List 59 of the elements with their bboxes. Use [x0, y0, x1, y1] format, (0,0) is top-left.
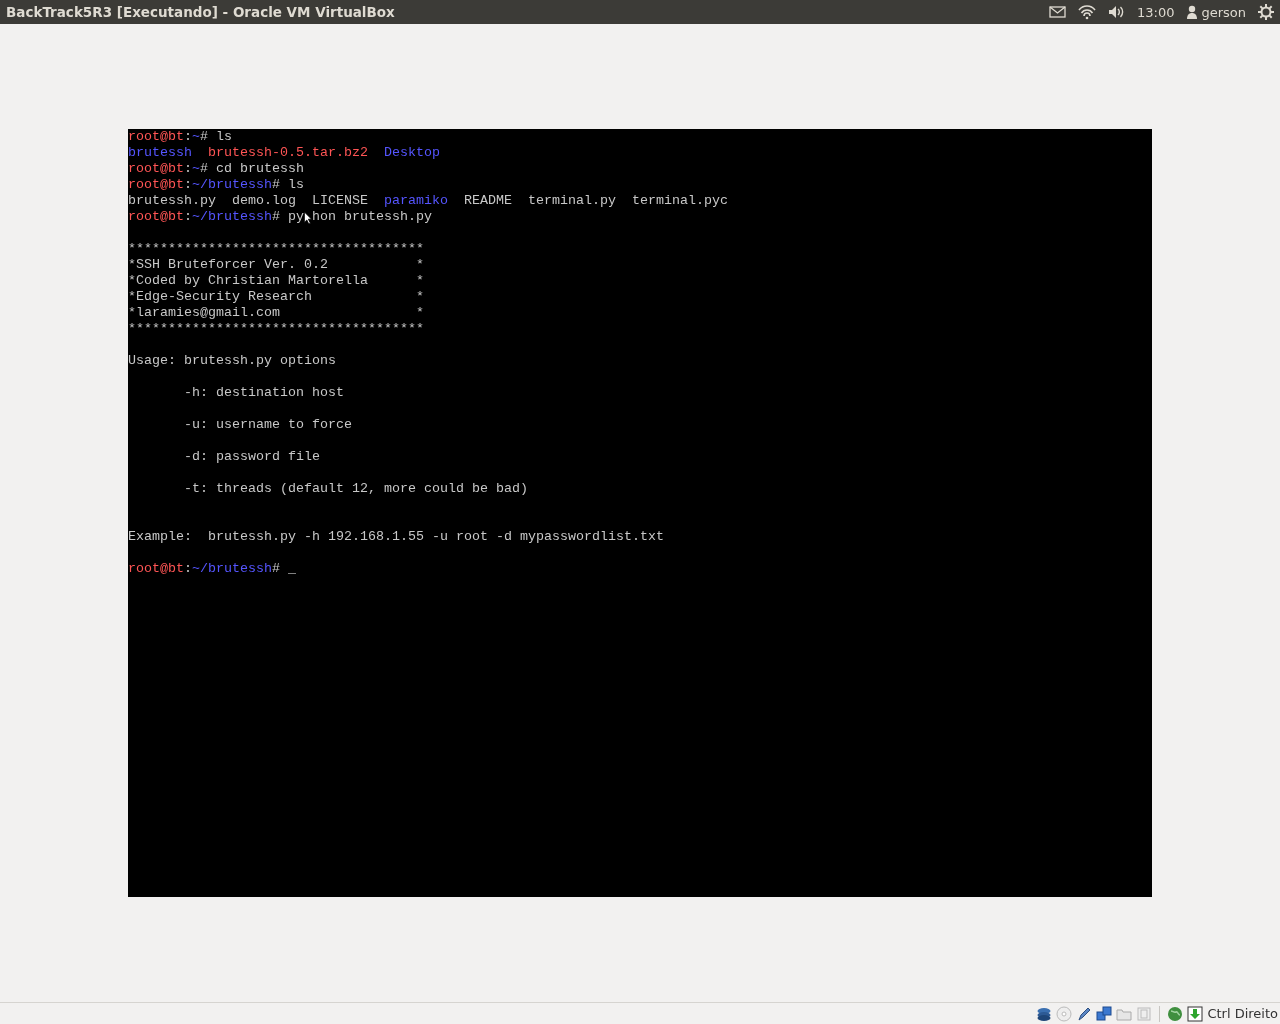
mail-icon[interactable]: [1048, 4, 1066, 20]
user-name[interactable]: gerson: [1201, 4, 1246, 20]
text-cursor: _: [288, 561, 296, 577]
host-key-label: Ctrl Direito: [1207, 1006, 1278, 1021]
terminal-text: *laramies@gmail.com *: [128, 305, 424, 321]
archive-name: brutessh-0.5.tar.bz2: [208, 145, 368, 161]
terminal-text: LICENSE: [312, 193, 368, 209]
terminal-text: -h: destination host: [183, 385, 344, 401]
terminal-text: hon brutessh.py: [312, 209, 432, 225]
terminal-text: -d: password file: [183, 449, 320, 465]
directory-name: brutessh: [128, 145, 192, 161]
network-icon[interactable]: [1096, 1005, 1113, 1022]
mouse-pointer-icon: [304, 210, 312, 226]
terminal-text: demo.log: [232, 193, 296, 209]
prompt-user: root@bt: [128, 209, 184, 225]
prompt-user: root@bt: [128, 161, 184, 177]
prompt-path: ~/brutessh: [192, 177, 272, 193]
prompt-user: root@bt: [128, 561, 184, 577]
prompt-path: ~: [192, 129, 200, 145]
user-icon[interactable]: [1186, 4, 1199, 20]
prompt-path: ~: [192, 161, 200, 177]
terminal-text: terminal.pyc: [631, 193, 728, 209]
terminal-text: -t: threads (default 12, more could be bad): [183, 481, 528, 497]
terminal-text: #: [272, 561, 281, 577]
globe-icon[interactable]: [1167, 1005, 1184, 1022]
directory-name: paramiko: [384, 193, 448, 209]
wifi-icon[interactable]: [1077, 4, 1096, 20]
terminal-text: :: [184, 561, 192, 577]
settings-icon[interactable]: [1258, 4, 1274, 20]
terminal-text: # py: [272, 209, 304, 225]
terminal-text: brutessh.py: [128, 193, 216, 209]
terminal-text: # ls: [200, 129, 232, 145]
terminal-text: README: [464, 193, 512, 209]
terminal-text: Usage: brutessh.py options: [128, 353, 336, 369]
terminal-text: terminal.py: [528, 193, 616, 209]
terminal-text: *************************************: [128, 321, 424, 337]
clock[interactable]: 13:00: [1136, 4, 1175, 20]
prompt-user: root@bt: [128, 129, 184, 145]
directory-name: Desktop: [383, 145, 440, 161]
terminal-text: Example: brutessh.py -h 192.168.1.55 -u root -d mypasswordlist.txt: [128, 529, 664, 545]
terminal-text: *SSH Bruteforcer Ver. 0.2 *: [128, 257, 424, 273]
terminal-text: # ls: [272, 177, 304, 193]
terminal-text: *Coded by Christian Martorella *: [128, 273, 424, 289]
terminal-text: -u: username to force: [183, 417, 352, 433]
terminal-text: :: [184, 129, 192, 145]
terminal-text: *Edge-Security Research *: [128, 289, 424, 305]
prompt-path: ~/brutessh: [192, 209, 272, 225]
terminal-text: # cd brutessh: [200, 161, 304, 177]
terminal-text: :: [184, 209, 192, 225]
terminal-text: :: [184, 177, 192, 193]
prompt-path: ~/brutessh: [192, 561, 272, 577]
usb-pen-icon[interactable]: [1076, 1005, 1093, 1022]
terminal-text: *************************************: [128, 241, 424, 257]
down-arrow-icon[interactable]: [1187, 1005, 1204, 1022]
window-title: BackTrack5R3 [Executando] - Oracle VM VirtualBox: [6, 4, 395, 20]
terminal-text: :: [184, 161, 192, 177]
volume-icon[interactable]: [1107, 4, 1125, 20]
hard-disk-icon[interactable]: [1036, 1005, 1053, 1022]
prompt-user: root@bt: [128, 177, 184, 193]
